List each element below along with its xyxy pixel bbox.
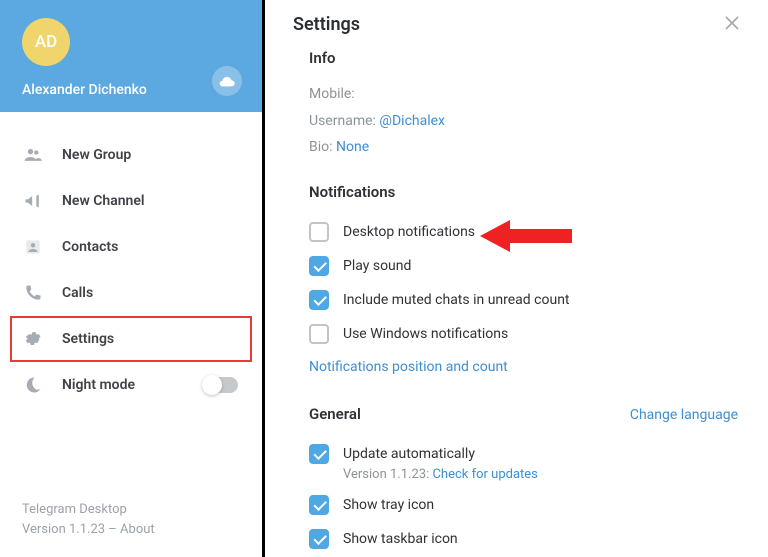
sidebar-footer: Telegram Desktop Version 1.1.23 – About [0,490,262,557]
sidebar-username: Alexander Dichenko [22,82,240,98]
night-mode-toggle[interactable] [204,377,238,393]
phone-icon [22,282,44,304]
menu-new-group[interactable]: New Group [10,132,252,178]
check-play-sound[interactable]: Play sound [309,249,738,283]
check-label: Play sound [343,258,411,274]
menu-label: Calls [62,285,93,301]
notifications-position-link[interactable]: Notifications position and count [309,359,508,375]
about-link[interactable]: About [120,522,155,537]
checkbox[interactable] [309,444,329,464]
settings-panel: Settings Info Mobile: Username: @Dichale… [265,0,768,557]
general-heading: General Change language [309,405,738,423]
check-label: Show taskbar icon [343,531,458,547]
gear-icon [22,328,44,350]
sidebar: AD Alexander Dichenko New Group New Chan… [0,0,265,557]
settings-scroll[interactable]: Info Mobile: Username: @Dichalex Bio: No… [265,49,768,557]
row-bio: Bio: None [309,134,738,161]
username-link[interactable]: @Dichalex [379,113,445,129]
check-desktop-notifications[interactable]: Desktop notifications [309,215,738,249]
check-label: Use Windows notifications [343,326,508,342]
notifications-position-link-row: Notifications position and count [309,351,738,383]
change-language-link[interactable]: Change language [630,407,738,423]
moon-icon [22,374,44,396]
checkbox[interactable] [309,324,329,344]
menu-label: New Channel [62,193,145,209]
app-version: Version 1.1.23 – [22,522,120,537]
menu-label: New Group [62,147,131,163]
check-windows-notifications[interactable]: Use Windows notifications [309,317,738,351]
menu-label: Contacts [62,239,118,255]
checkbox[interactable] [309,222,329,242]
app-name: Telegram Desktop [22,500,240,520]
menu-settings[interactable]: Settings [10,316,252,362]
menu-night-mode[interactable]: Night mode [10,362,252,408]
section-info: Info Mobile: Username: @Dichalex Bio: No… [309,49,738,161]
menu-label: Settings [62,331,114,347]
settings-title: Settings [293,14,360,35]
check-update-auto[interactable]: Update automatically [309,437,738,471]
menu-calls[interactable]: Calls [10,270,252,316]
section-notifications: Notifications Desktop notifications Play… [309,183,738,383]
notifications-heading: Notifications [309,183,738,201]
check-label: Desktop notifications [343,224,475,240]
check-tray-icon[interactable]: Show tray icon [309,488,738,522]
bullhorn-icon [22,190,44,212]
person-icon [22,236,44,258]
checkbox[interactable] [309,256,329,276]
cloud-icon [219,75,235,87]
menu-new-channel[interactable]: New Channel [10,178,252,224]
row-username: Username: @Dichalex [309,108,738,135]
menu-contacts[interactable]: Contacts [10,224,252,270]
sidebar-header: AD Alexander Dichenko [0,0,262,112]
group-icon [22,144,44,166]
checkbox[interactable] [309,529,329,549]
info-heading: Info [309,49,738,67]
avatar[interactable]: AD [22,18,70,66]
row-mobile: Mobile: [309,81,738,108]
close-icon [724,15,740,31]
checkbox[interactable] [309,495,329,515]
check-label: Update automatically [343,446,475,462]
checkbox[interactable] [309,290,329,310]
bio-link[interactable]: None [336,139,369,155]
settings-header: Settings [265,0,768,49]
close-button[interactable] [724,15,740,35]
sidebar-menu: New Group New Channel Contacts Calls Set… [0,112,262,490]
check-label: Include muted chats in unread count [343,292,570,308]
check-label: Show tray icon [343,497,434,513]
menu-label: Night mode [62,377,135,393]
check-muted-unread[interactable]: Include muted chats in unread count [309,283,738,317]
cloud-button[interactable] [212,66,242,96]
check-taskbar-icon[interactable]: Show taskbar icon [309,522,738,556]
section-general: General Change language Update automatic… [309,405,738,556]
